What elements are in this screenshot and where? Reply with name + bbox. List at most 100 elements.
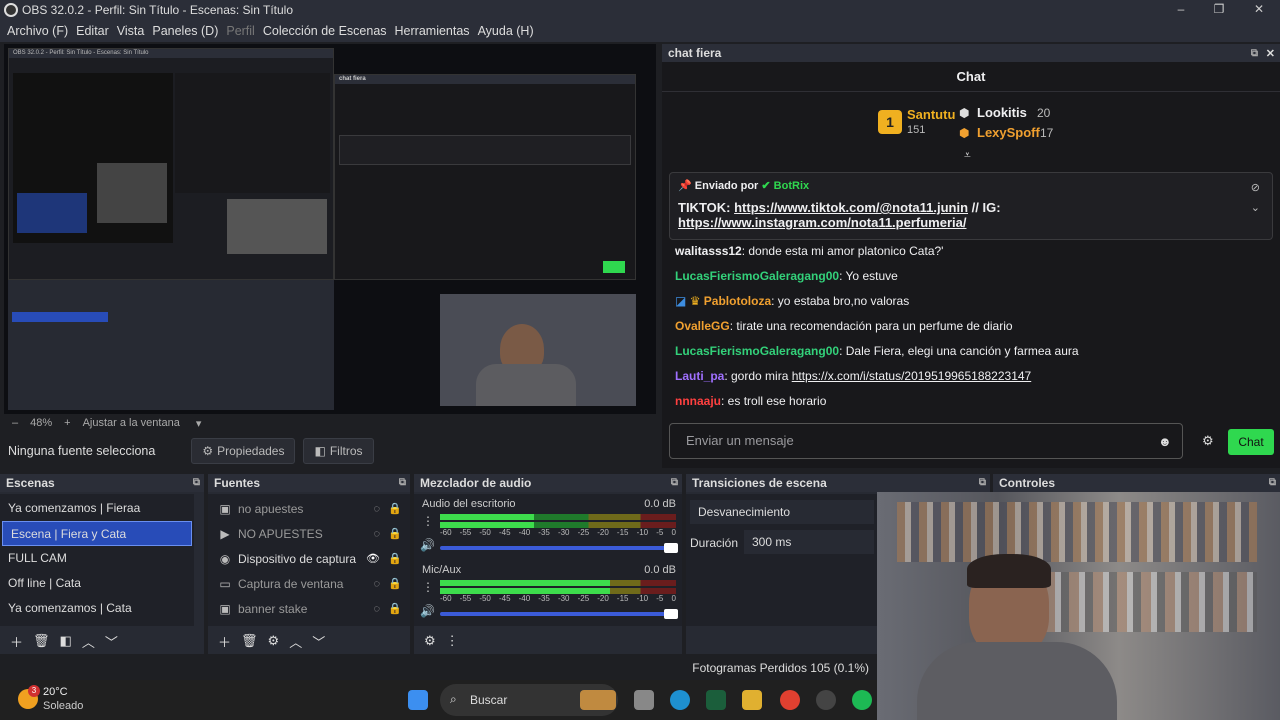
volume-knob[interactable] [664,609,678,619]
scene-item[interactable]: FULL CAM [0,546,194,571]
zoom-in-button[interactable]: + [64,417,70,429]
pinned-link-instagram[interactable]: https://www.instagram.com/nota11.perfume… [678,215,966,230]
chat-username[interactable]: walitasss12 [675,244,742,258]
eye-hidden-icon[interactable]: ◌ [373,578,380,590]
lock-icon[interactable]: 🔒 [388,602,402,615]
chat-username[interactable]: Pablotoloza [704,294,771,308]
chevron-up-icon[interactable]: ︿ [289,632,302,651]
scene-item[interactable]: Ya comenzamos | Cata [0,596,194,621]
scene-item[interactable]: Off line | Cata [0,571,194,596]
menu-vista[interactable]: Vista [117,24,145,38]
float-icon[interactable]: ⧉ [671,474,678,492]
chevron-down-icon[interactable]: ﹀ [312,632,325,651]
source-item[interactable]: ▶ NO APUESTES ◌ 🔒 [208,521,410,546]
gear-icon[interactable]: ⚙ [268,633,280,649]
leader-3-name[interactable]: LexySpoff [977,125,1040,140]
collapse-icon[interactable]: ⩡ [964,148,971,163]
leader-1-name[interactable]: Santutu [907,107,955,122]
float-icon[interactable]: ⧉ [979,474,986,492]
settings-gear-icon[interactable]: ⚙ [1202,433,1214,449]
nested-chat-title: chat fiera [335,75,635,84]
properties-button[interactable]: ⚙ Propiedades [191,438,296,464]
fit-window-dropdown[interactable]: Ajustar a la ventana [83,417,180,429]
eye-hidden-icon[interactable]: ◌ [373,528,380,540]
close-dock-icon[interactable]: ✕ [1266,47,1275,60]
float-icon[interactable]: ⧉ [399,474,406,492]
chat-username[interactable]: OvalleGG [675,319,730,333]
more-icon[interactable]: ⋮ [422,514,434,528]
menu-ayuda[interactable]: Ayuda (H) [478,24,534,38]
volume-knob[interactable] [664,543,678,553]
eye-hidden-icon[interactable]: ◌ [373,603,380,615]
chevron-down-icon[interactable]: ▾ [196,417,202,430]
duration-input[interactable]: 300 ms [744,530,874,554]
chevron-down-icon[interactable]: ⌄ [1251,201,1260,214]
pinned-author[interactable]: BotRix [774,180,809,192]
chat-username[interactable]: LucasFierismoGaleragang00 [675,344,839,358]
menu-herramientas[interactable]: Herramientas [395,24,470,38]
volume-slider[interactable] [440,543,678,553]
windows-start-icon[interactable] [408,690,428,710]
task-view-icon[interactable] [634,690,654,710]
more-icon[interactable]: ⋮ [446,633,459,649]
file-explorer-icon[interactable] [742,690,762,710]
lock-icon[interactable]: 🔒 [388,552,402,565]
chat-text: : es troll ese horario [721,394,827,408]
advanced-audio-icon[interactable]: ⚙ [424,633,436,649]
obs-taskbar-icon[interactable] [816,690,836,710]
edge-icon[interactable] [670,690,690,710]
trash-icon[interactable]: 🗑 [241,633,258,649]
chat-username[interactable]: LucasFierismoGaleragang00 [675,269,839,283]
menu-coleccion[interactable]: Colección de Escenas [263,24,387,38]
trash-icon[interactable]: 🗑 [33,633,50,649]
chat-username[interactable]: Lauti_pa [675,369,724,383]
meter-ticks: -60 -55 -50 -45 -40 -35 -30 -25 -20 -15 -10 -5 0 [440,594,676,603]
speaker-icon[interactable]: 🔊 [420,604,435,618]
menu-archivo[interactable]: Archivo (F) [7,24,68,38]
chat-username[interactable]: nnnaaju [675,394,721,408]
chat-send-button[interactable]: Chat [1228,429,1274,455]
volume-slider[interactable] [440,609,678,619]
chevron-down-icon[interactable]: ﹀ [105,632,118,651]
source-item[interactable]: ▣ banner stake ◌ 🔒 [208,596,410,621]
menu-paneles[interactable]: Paneles (D) [152,24,218,38]
chat-input[interactable]: Enviar un mensaje [669,423,1183,459]
lock-icon[interactable]: 🔒 [388,577,402,590]
filters-button[interactable]: ◧ Filtros [303,438,374,464]
chevron-up-icon[interactable]: ︿ [82,632,95,651]
pinned-link-tiktok[interactable]: https://www.tiktok.com/@nota11.junin [734,200,968,215]
maximize-button[interactable]: ❐ [1204,2,1234,18]
more-icon[interactable]: ⋮ [422,580,434,594]
transition-select[interactable]: Desvanecimiento [690,500,874,524]
source-item[interactable]: ▣ no apuestes ◌ 🔒 [208,496,410,521]
menu-editar[interactable]: Editar [76,24,109,38]
unpin-icon[interactable]: ⊘ [1251,181,1260,194]
leader-2-name[interactable]: Lookitis [977,105,1027,120]
eye-icon[interactable]: 👁 [366,552,380,565]
app-icon[interactable] [706,690,726,710]
preview-canvas[interactable]: OBS 32.0.2 - Perfil: Sin Título - Escena… [4,44,656,414]
zoom-out-button[interactable]: – [12,417,18,429]
eye-hidden-icon[interactable]: ◌ [373,503,380,515]
spotify-icon[interactable] [852,690,872,710]
chrome-icon[interactable] [780,690,800,710]
source-item[interactable]: ▭ Captura de ventana ◌ 🔒 [208,571,410,596]
float-icon[interactable]: ⧉ [1269,474,1276,492]
source-item[interactable]: ◉ Dispositivo de captura 👁 🔒 [208,546,410,571]
scene-item[interactable]: Ya comenzamos | Fieraa [0,496,194,521]
nested-obs-window: OBS 32.0.2 - Perfil: Sin Título - Escena… [8,48,334,280]
close-button[interactable]: ✕ [1244,2,1274,18]
menu-perfil[interactable]: Perfil [226,24,254,38]
minimize-button[interactable]: – [1166,2,1196,18]
lock-icon[interactable]: 🔒 [388,502,402,515]
filter-icon[interactable]: ◧ [60,633,72,649]
emote-icon[interactable]: ☻ [1158,434,1172,449]
chat-link[interactable]: https://x.com/i/status/20195199651882231… [792,369,1032,383]
float-icon[interactable]: ⧉ [1251,48,1258,59]
add-icon[interactable]: ＋ [218,632,231,651]
speaker-icon[interactable]: 🔊 [420,538,435,552]
add-icon[interactable]: ＋ [10,632,23,651]
float-icon[interactable]: ⧉ [193,474,200,492]
scene-item-selected[interactable]: Escena | Fiera y Cata [2,521,192,546]
lock-icon[interactable]: 🔒 [388,527,402,540]
